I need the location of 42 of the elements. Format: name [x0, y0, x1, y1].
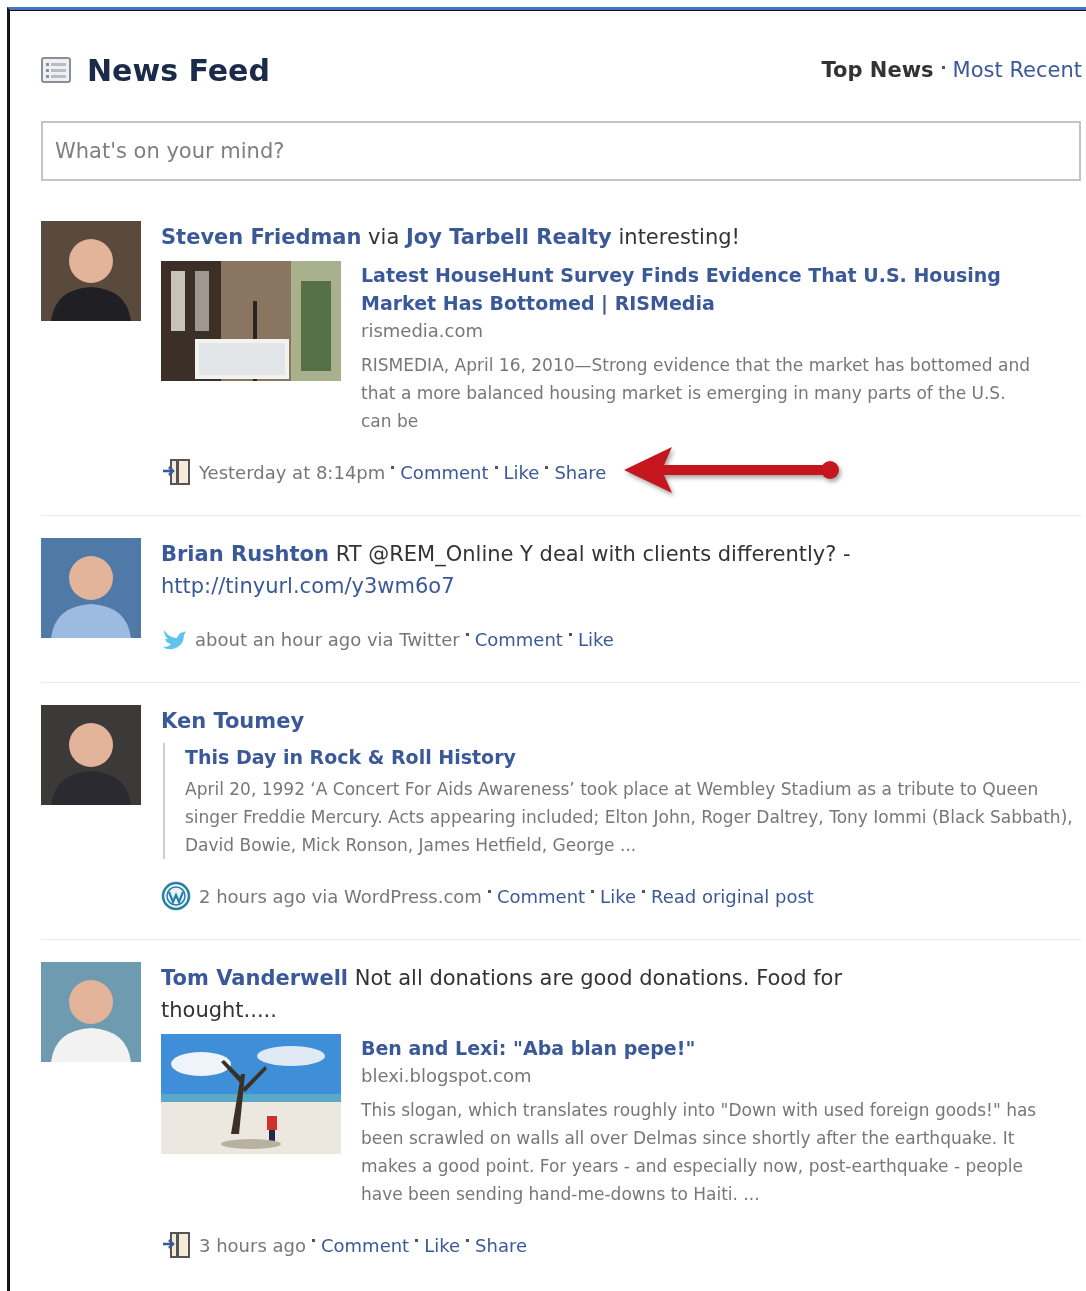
post-time: about an hour ago via Twitter: [195, 628, 460, 650]
post-time: 3 hours ago: [199, 1234, 306, 1256]
story-text: Steven Friedman via Joy Tarbell Realty interesting!: [161, 224, 741, 251]
author-link[interactable]: Steven Friedman: [161, 225, 362, 249]
article-domain: rismedia.com: [361, 319, 484, 343]
article-domain: blexi.blogspot.com: [361, 1064, 533, 1088]
article-description: This slogan, which translates roughly into "Down with used foreign goods!" has been scrawled on walls all over Delmas since shortly after the earthquake. It makes a good point. For years - and especially now, post-earthquake - people have been sending hand-me-downs to Haiti. ...: [361, 1099, 1038, 1206]
post-time: 2 hours ago via WordPress.com: [199, 885, 482, 907]
action-link[interactable]: Comment: [496, 885, 586, 907]
page-link[interactable]: Joy Tarbell Realty: [405, 225, 612, 249]
story-text: Tom Vanderwell Not all donations are good donations. Food for thought.....: [161, 965, 844, 1024]
author-link[interactable]: Ken Toumey: [161, 709, 305, 733]
action-link[interactable]: Like: [424, 1234, 461, 1256]
action-link[interactable]: Share: [475, 1234, 528, 1256]
feed-tab[interactable]: Most Recent: [952, 58, 1082, 82]
action-link[interactable]: Comment: [474, 628, 563, 650]
story-text: Brian Rushton RT @REM_Online Y deal with clients differently? - http://tinyurl.com/y3wm6o7: [161, 541, 852, 600]
action-link[interactable]: Share: [554, 461, 607, 483]
action-link[interactable]: Like: [577, 628, 614, 650]
author-link[interactable]: Brian Rushton: [161, 542, 329, 566]
article-link[interactable]: Ben and Lexi: "Aba blan pepe!": [361, 1034, 1041, 1062]
action-link[interactable]: Like: [600, 885, 636, 907]
post-time: Yesterday at 8:14pm: [199, 461, 386, 483]
avatar[interactable]: [41, 705, 141, 805]
news-feed-icon: [41, 57, 71, 83]
avatar[interactable]: [41, 221, 141, 321]
url-link[interactable]: http://tinyurl.com/y3wm6o7: [161, 574, 455, 598]
share-icon: [161, 459, 191, 485]
action-link[interactable]: Like: [503, 461, 540, 483]
page-title: News Feed: [87, 52, 270, 88]
action-link[interactable]: Comment: [400, 461, 489, 483]
article-link[interactable]: Latest HouseHunt Survey Finds Evidence That U.S. Housing Market Has Bottomed | RISMedia: [361, 261, 1041, 317]
note-link[interactable]: This Day in Rock & Roll History: [185, 743, 1081, 771]
logo-icon: [161, 881, 191, 911]
author-link[interactable]: Tom Vanderwell: [161, 966, 349, 990]
note-excerpt: April 20, 1992 ‘A Concert For Aids Awareness’ took place at Wembley Stadium as a tribute to Queen singer Freddie Mercury. Acts appearing included; Elton John, Roger Daltrey, Tony Iommi (Black Sabbath), David Bowie, Mick Ronson, James Hetfield, George ...: [185, 778, 1074, 857]
article-description: RISMEDIA, April 16, 2010—Strong evidence that the market has bottomed and that a more balanced housing market is emerging in many parts of the U.S. can be: [361, 354, 1031, 433]
action-link[interactable]: Read original post: [651, 885, 814, 907]
share-icon: [161, 1232, 191, 1258]
status-input[interactable]: What's on your mind?: [41, 121, 1081, 181]
feed-tab[interactable]: Top News: [821, 58, 934, 82]
action-link[interactable]: Comment: [321, 1234, 410, 1256]
